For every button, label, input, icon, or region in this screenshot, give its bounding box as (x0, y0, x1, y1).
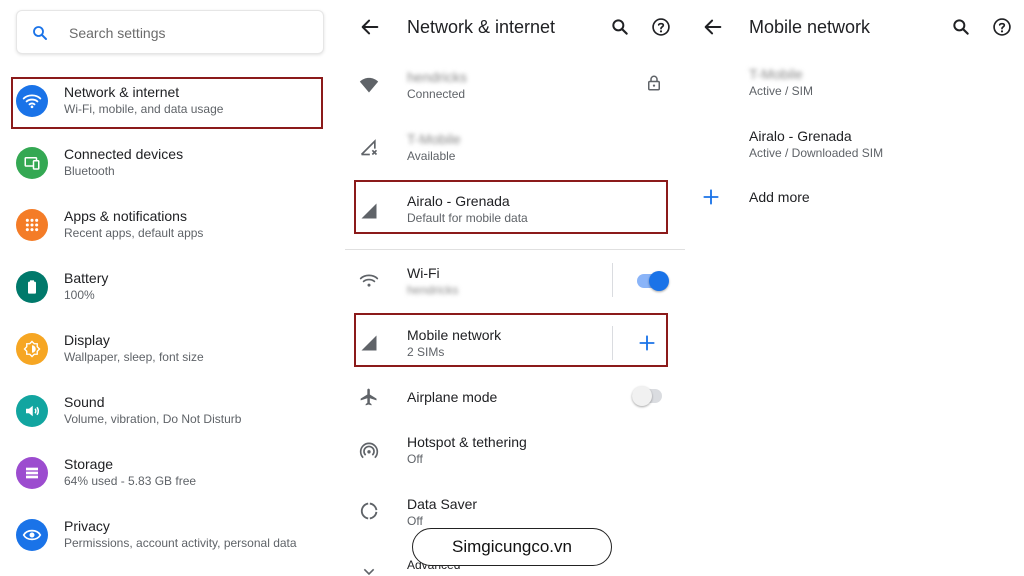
settings-item-network[interactable]: Network & internet Wi-Fi, mobile, and da… (0, 73, 340, 135)
settings-item-subtitle: Volume, vibration, Do Not Disturb (64, 412, 242, 426)
network-item-title: Airplane mode (407, 389, 498, 405)
network-item-wifi[interactable]: Wi-Fi hendricks (345, 250, 685, 312)
help-icon[interactable] (992, 17, 1012, 37)
network-item-subtitle: Off (407, 452, 423, 466)
display-icon (16, 333, 48, 365)
add-more-item[interactable]: Add more (688, 178, 1024, 238)
airplane-toggle[interactable] (632, 386, 662, 406)
network-item-tmobile[interactable]: T-Mobile Available (345, 119, 685, 181)
devices-icon (16, 147, 48, 179)
network-item-hotspot[interactable]: Hotspot & tethering Off (345, 424, 685, 486)
storage-icon (16, 457, 48, 489)
network-item-wifi-connected[interactable]: hendricks Connected (345, 57, 685, 119)
settings-item-connected-devices[interactable]: Connected devices Bluetooth (0, 135, 340, 197)
help-icon[interactable] (651, 17, 671, 37)
signal-icon (361, 335, 377, 351)
lock-icon (648, 75, 660, 91)
battery-icon (16, 271, 48, 303)
search-icon[interactable] (610, 17, 630, 37)
sim-item-tmobile[interactable]: T-Mobile Active / SIM (688, 56, 1024, 116)
network-item-title: hendricks (407, 69, 467, 85)
settings-item-privacy[interactable]: Privacy Permissions, account activity, p… (0, 507, 340, 569)
sim-item-airalo[interactable]: Airalo - Grenada Active / Downloaded SIM (688, 118, 1024, 178)
network-item-title: Data Saver (407, 496, 478, 512)
hotspot-icon (359, 442, 379, 459)
settings-item-title: Storage (64, 456, 114, 472)
settings-item-battery[interactable]: Battery 100% (0, 259, 340, 321)
page-title: Network & internet (407, 17, 556, 37)
mobile-header: Mobile network (688, 0, 1024, 54)
network-item-title: T-Mobile (407, 131, 461, 147)
search-settings-input[interactable]: Search settings (16, 10, 324, 54)
settings-item-title: Connected devices (64, 146, 184, 162)
network-pane: Network & internet hendricks Connected T… (345, 0, 685, 576)
network-item-subtitle: Connected (407, 87, 466, 101)
network-item-subtitle: hendricks (407, 283, 459, 297)
search-icon[interactable] (951, 17, 971, 37)
settings-item-title: Battery (64, 270, 109, 286)
chevron-down-icon (363, 568, 375, 576)
wifi-toggle[interactable] (637, 271, 669, 291)
settings-item-subtitle: Recent apps, default apps (64, 226, 204, 240)
settings-item-subtitle: 100% (64, 288, 95, 302)
settings-item-subtitle: Permissions, account activity, personal … (64, 536, 297, 550)
sim-item-title: T-Mobile (749, 66, 803, 82)
network-item-subtitle: Off (407, 514, 423, 528)
toggle-knob (632, 386, 652, 406)
data-saver-icon (360, 502, 378, 520)
wifi-connected-icon (359, 77, 379, 93)
apps-icon (16, 209, 48, 241)
airplane-icon (360, 388, 377, 406)
add-more-label: Add more (749, 189, 810, 205)
settings-item-apps[interactable]: Apps & notifications Recent apps, defaul… (0, 197, 340, 259)
settings-item-title: Privacy (64, 518, 110, 534)
settings-item-subtitle: Wallpaper, sleep, font size (64, 350, 204, 364)
search-icon (33, 26, 47, 40)
settings-item-display[interactable]: Display Wallpaper, sleep, font size (0, 321, 340, 383)
toggle-knob (649, 271, 669, 291)
sound-icon (16, 395, 48, 427)
sim-item-title: Airalo - Grenada (749, 128, 852, 144)
mobile-network-pane: Mobile network T-Mobile Active / SIM Air… (688, 0, 1024, 576)
back-arrow-icon[interactable] (702, 16, 724, 38)
settings-pane: Search settings Network & internet Wi-Fi… (0, 0, 340, 576)
network-item-subtitle: Default for mobile data (407, 211, 528, 225)
settings-item-storage[interactable]: Storage 64% used - 5.83 GB free (0, 445, 340, 507)
separator (612, 326, 613, 360)
network-item-airalo[interactable]: Airalo - Grenada Default for mobile data (345, 181, 685, 243)
wifi-outline-icon (359, 274, 379, 287)
network-header: Network & internet (345, 0, 685, 54)
network-item-mobile-network[interactable]: Mobile network 2 SIMs (345, 312, 685, 374)
add-icon[interactable] (637, 333, 657, 353)
sim-item-subtitle: Active / SIM (749, 84, 814, 98)
add-icon (703, 189, 719, 205)
signal-icon (361, 203, 377, 219)
network-item-subtitle: 2 SIMs (407, 345, 445, 359)
settings-item-subtitle: Wi-Fi, mobile, and data usage (64, 102, 224, 116)
settings-item-subtitle: 64% used - 5.83 GB free (64, 474, 197, 488)
sim-item-subtitle: Active / Downloaded SIM (749, 146, 884, 160)
settings-item-title: Sound (64, 394, 105, 410)
settings-item-title: Display (64, 332, 110, 348)
signal-x-icon (360, 139, 378, 156)
network-item-title: Hotspot & tethering (407, 434, 527, 450)
page-title: Mobile network (749, 17, 871, 37)
watermark-badge: Simgicungco.vn (412, 528, 612, 566)
wifi-icon (16, 85, 48, 117)
network-item-subtitle: Available (407, 149, 456, 163)
settings-item-title: Apps & notifications (64, 208, 187, 224)
back-arrow-icon[interactable] (359, 16, 381, 38)
separator (612, 263, 613, 297)
network-item-title: Airalo - Grenada (407, 193, 510, 209)
network-item-title: Mobile network (407, 327, 502, 343)
privacy-icon (16, 519, 48, 551)
network-item-title: Wi-Fi (407, 265, 440, 281)
settings-item-sound[interactable]: Sound Volume, vibration, Do Not Disturb (0, 383, 340, 445)
search-placeholder: Search settings (69, 25, 166, 41)
settings-item-subtitle: Bluetooth (64, 164, 115, 178)
settings-item-title: Network & internet (64, 84, 180, 100)
